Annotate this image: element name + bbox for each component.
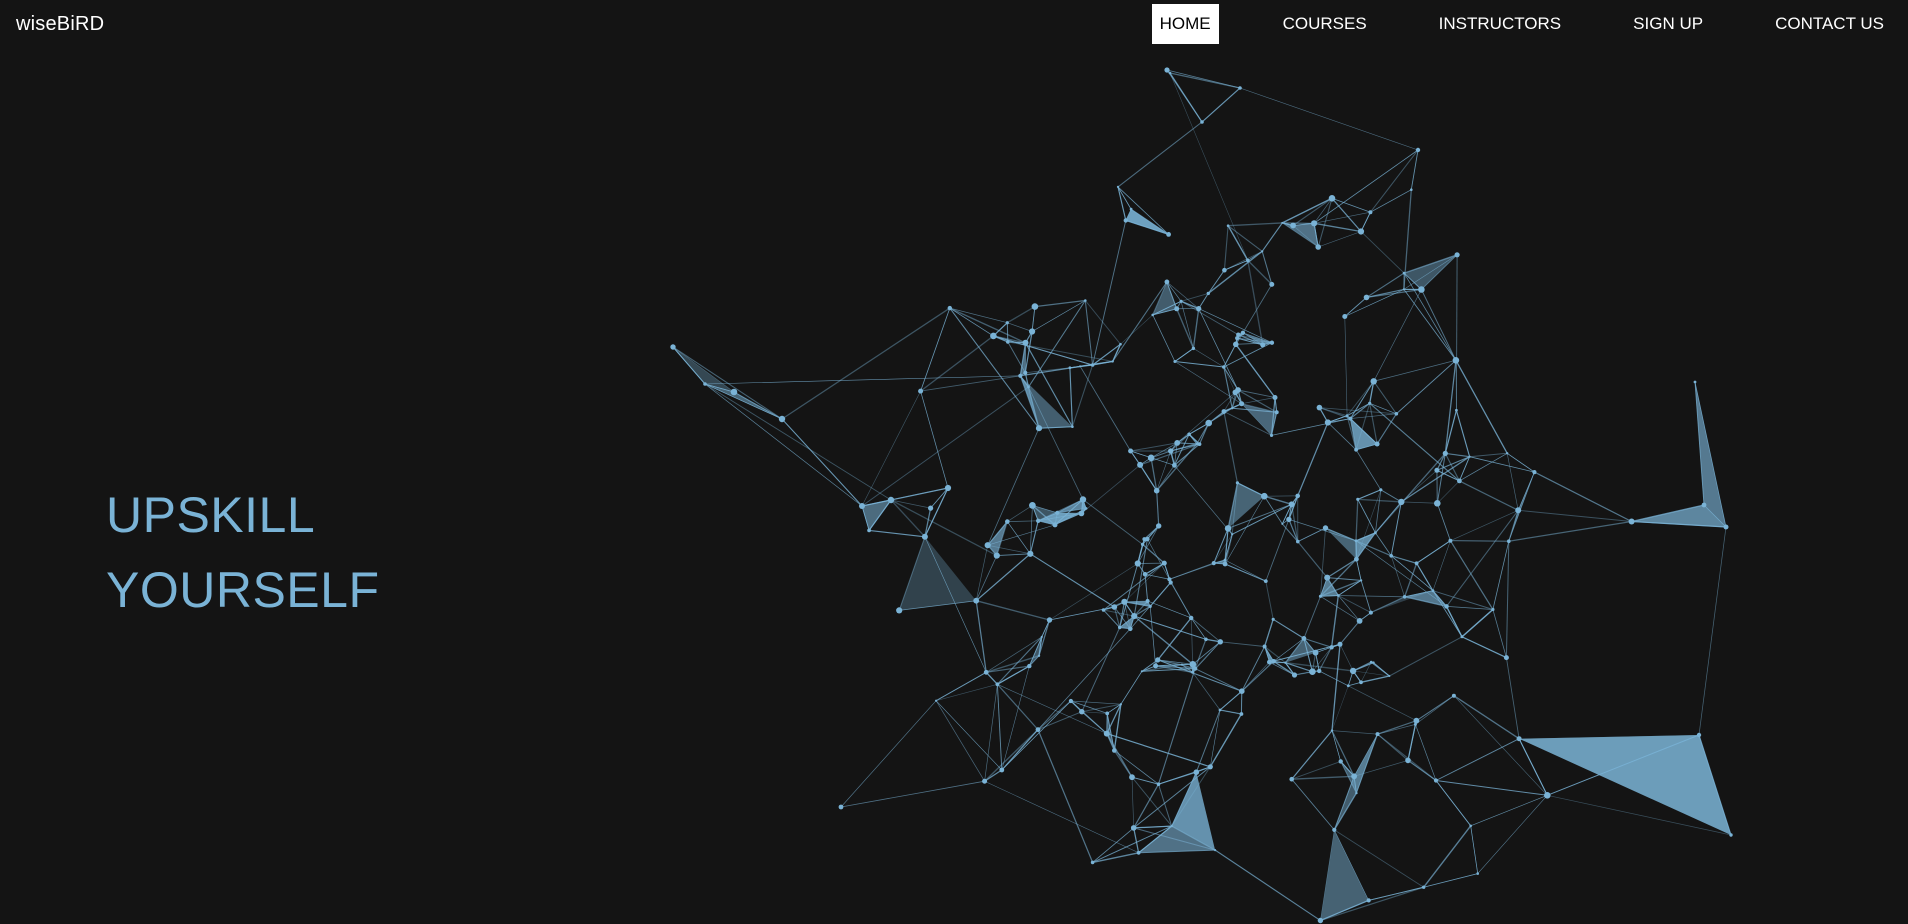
page: wiseBiRD HOME COURSES INSTRUCTORS SIGN U… [0,0,1908,924]
nav-link-home[interactable]: HOME [1151,4,1219,44]
nav-item-courses: COURSES [1219,4,1375,44]
nav-link-contact-us[interactable]: CONTACT US [1767,4,1892,44]
nav-link-sign-up[interactable]: SIGN UP [1625,4,1711,44]
top-navbar: wiseBiRD HOME COURSES INSTRUCTORS SIGN U… [0,0,1908,48]
nav-item-sign-up: SIGN UP [1569,4,1711,44]
brand-logo[interactable]: wiseBiRD [16,13,104,36]
nav-link-instructors[interactable]: INSTRUCTORS [1431,4,1569,44]
hero-headline: UPSKILL YOURSELF [106,478,380,628]
particle-network-icon [670,67,1733,924]
hero-headline-line2: YOURSELF [106,562,380,618]
hero-headline-line1: UPSKILL [106,487,316,543]
nav-item-contact-us: CONTACT US [1711,4,1908,44]
nav-link-courses[interactable]: COURSES [1275,4,1375,44]
nav-item-home: HOME [1151,4,1219,44]
nav-item-instructors: INSTRUCTORS [1375,4,1569,44]
nav-menu: HOME COURSES INSTRUCTORS SIGN UP CONTACT… [1151,4,1908,44]
